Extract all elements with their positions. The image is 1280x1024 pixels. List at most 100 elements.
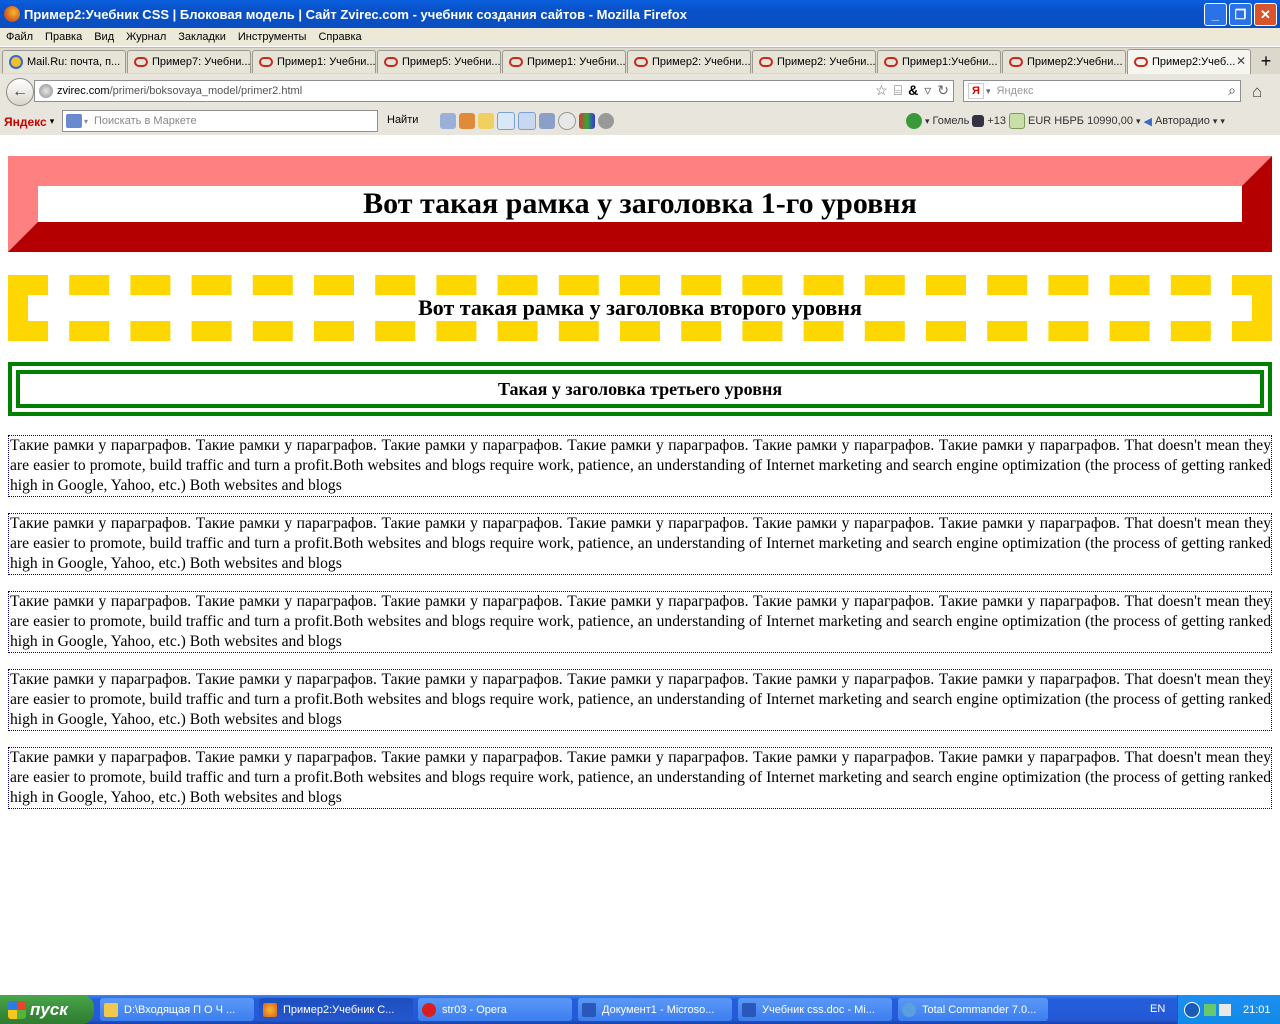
menu-help[interactable]: Справка: [312, 31, 367, 43]
taskbar-item-word-1[interactable]: Документ1 - Microso...: [578, 998, 732, 1021]
reload-icon[interactable]: ↻: [937, 82, 949, 99]
translate-icon[interactable]: ⌸: [894, 82, 902, 99]
volume-icon[interactable]: [1219, 1003, 1231, 1016]
zvirec-icon: [134, 57, 148, 67]
bookmarks-icon[interactable]: [459, 113, 475, 129]
back-button[interactable]: ←: [6, 78, 34, 106]
city-label[interactable]: Гомель: [933, 115, 970, 127]
system-tray: 21:01: [1177, 995, 1280, 1024]
tab-example2-c[interactable]: Пример2:Учебни...: [1002, 50, 1126, 73]
tab-label: Пример2:Учебни...: [1027, 56, 1123, 68]
currency-rate[interactable]: EUR НБРБ 10990,00: [1028, 115, 1133, 127]
currency-dropdown-icon[interactable]: ▾: [1136, 116, 1141, 127]
menu-edit[interactable]: Правка: [39, 31, 88, 43]
radio-dropdown-icon[interactable]: ▾: [1213, 116, 1218, 127]
start-button[interactable]: пуск: [0, 995, 94, 1024]
menu-history[interactable]: Журнал: [120, 31, 172, 43]
search-box[interactable]: Я ▾ Яндекс ⌕: [963, 80, 1241, 102]
menu-bookmarks[interactable]: Закладки: [172, 31, 232, 43]
new-tab-button[interactable]: +: [1254, 49, 1278, 73]
task-label: D:\Входящая П О Ч ...: [124, 1003, 236, 1016]
tab-label: Пример2: Учебни...: [652, 56, 751, 68]
clock[interactable]: 21:01: [1243, 1004, 1271, 1016]
weather-temp[interactable]: +13: [987, 115, 1006, 127]
market-dropdown-icon[interactable]: ▾: [84, 117, 88, 126]
engine-dropdown-icon[interactable]: ▾: [986, 86, 991, 97]
close-button[interactable]: ✕: [1254, 3, 1277, 26]
taskbar-item-word-2[interactable]: Учебник css.doc - Mi...: [738, 998, 892, 1021]
taskbar-item-folder[interactable]: D:\Входящая П О Ч ...: [100, 998, 254, 1021]
h2-border-box: Вот такая рамка у заголовка второго уров…: [8, 275, 1272, 341]
word-icon: [742, 1002, 756, 1017]
apps-cube-icon[interactable]: [579, 113, 595, 129]
paragraph: Такие рамки у параграфов. Такие рамки у …: [8, 747, 1272, 809]
close-tab-icon[interactable]: ✕: [1236, 54, 1246, 68]
tab-example2[interactable]: Пример2: Учебни...: [627, 50, 751, 73]
yandex-logo[interactable]: Яндекс: [4, 115, 47, 129]
tab-example2-b[interactable]: Пример2: Учебни...: [752, 50, 876, 73]
zvirec-icon: [384, 57, 398, 67]
search-icon[interactable]: ⌕: [1228, 82, 1236, 99]
favorites-star-icon[interactable]: [478, 113, 494, 129]
zvirec-icon: [509, 57, 523, 67]
back-arrow-icon: ←: [12, 83, 28, 100]
tray-expand-icon[interactable]: [1184, 1001, 1200, 1018]
dropdown-arrow-icon[interactable]: ▿: [924, 82, 931, 99]
translate-icon[interactable]: [518, 112, 536, 130]
tab-label: Пример7: Учебни...: [152, 56, 251, 68]
dictionary-icon[interactable]: [539, 113, 555, 129]
task-label: str03 - Opera: [442, 1003, 507, 1016]
tab-example1[interactable]: Пример1: Учебни...: [252, 50, 376, 73]
currency-chart-icon: [1009, 113, 1026, 129]
find-button[interactable]: Найти: [387, 114, 418, 126]
totalcmd-icon: [902, 1002, 916, 1017]
settings-gear-icon[interactable]: [598, 113, 614, 129]
tab-label: Пример2: Учебни...: [777, 56, 876, 68]
site-identity-icon[interactable]: [39, 84, 53, 98]
navigation-bar: ← zvirec.com/primeri/boksovaya_model/pri…: [0, 74, 1280, 108]
language-indicator[interactable]: EN: [1150, 1003, 1165, 1015]
login-key-icon[interactable]: [906, 113, 922, 129]
paragraph: Такие рамки у параграфов. Такие рамки у …: [8, 435, 1272, 497]
tab-example2-active[interactable]: Пример2:Учеб... ✕: [1127, 49, 1251, 74]
taskbar-item-opera[interactable]: str03 - Opera: [418, 998, 572, 1021]
spellcheck-icon[interactable]: [497, 112, 515, 130]
firefox-icon: [263, 1002, 277, 1017]
market-search-input[interactable]: ▾ Поискать в Маркете: [62, 110, 378, 132]
menu-view[interactable]: Вид: [88, 31, 120, 43]
menu-file[interactable]: Файл: [0, 31, 39, 43]
yandex-menu-dropdown-icon[interactable]: ▾: [50, 116, 55, 127]
ampersand-icon[interactable]: &: [908, 82, 918, 99]
tab-label: Пример1: Учебни...: [277, 56, 376, 68]
tab-mailru[interactable]: Mail.Ru: почта, п...: [2, 50, 126, 73]
taskbar-item-firefox[interactable]: Пример2:Учебник С...: [259, 998, 413, 1021]
search-placeholder: Яндекс: [996, 85, 1034, 97]
menu-tools[interactable]: Инструменты: [232, 31, 313, 43]
folder-icon: [104, 1002, 118, 1017]
tab-example1-b[interactable]: Пример1: Учебни...: [502, 50, 626, 73]
chat-bubble-icon[interactable]: [558, 112, 576, 130]
tab-example5[interactable]: Пример5: Учебни...: [377, 50, 501, 73]
mailru-icon: [9, 55, 23, 69]
network-icon[interactable]: [1204, 1003, 1216, 1016]
radio-label[interactable]: Авторадио: [1155, 115, 1210, 127]
mail-icon[interactable]: [440, 113, 456, 129]
minimize-button[interactable]: _: [1204, 3, 1227, 26]
zvirec-icon: [1009, 57, 1023, 67]
toolbar-overflow-icon[interactable]: ▾: [1220, 116, 1225, 127]
login-dropdown-icon[interactable]: ▾: [925, 116, 930, 127]
weather-icon: [972, 115, 985, 127]
address-bar[interactable]: zvirec.com/primeri/boksovaya_model/prime…: [34, 80, 954, 102]
yandex-search-engine-icon[interactable]: Я: [968, 83, 984, 99]
tab-example1-c[interactable]: Пример1:Учебни...: [877, 50, 1001, 73]
url-host: zvirec.com: [57, 85, 110, 97]
tab-strip: Mail.Ru: почта, п... Пример7: Учебни... …: [0, 47, 1280, 75]
maximize-button[interactable]: ❐: [1229, 3, 1252, 26]
speaker-icon[interactable]: ◀: [1143, 115, 1151, 128]
firefox-icon: [4, 6, 20, 22]
bookmark-star-icon[interactable]: ☆: [875, 82, 888, 99]
menu-bar: Файл Правка Вид Журнал Закладки Инструме…: [0, 28, 1280, 46]
taskbar-item-total-commander[interactable]: Total Commander 7.0...: [898, 998, 1048, 1021]
tab-example7[interactable]: Пример7: Учебни...: [127, 50, 251, 73]
home-icon[interactable]: ⌂: [1252, 82, 1262, 102]
